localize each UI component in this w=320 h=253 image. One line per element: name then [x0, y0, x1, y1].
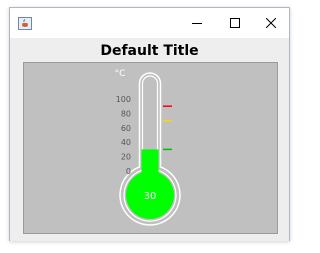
maximize-icon [230, 18, 240, 28]
plot-area: 30 °C 100 80 60 40 20 0 [23, 62, 278, 234]
tick-label: 40 [121, 138, 131, 147]
minimize-button[interactable] [181, 8, 213, 38]
tick-label: 80 [121, 109, 131, 118]
units-label: °C [115, 69, 126, 79]
title-bar[interactable] [10, 8, 289, 38]
java-cup-icon [18, 17, 32, 30]
chart-panel: Default Title 30 °C 100 80 60 40 20 0 [10, 38, 289, 241]
app-window: Default Title 30 °C 100 80 60 40 20 0 [9, 7, 290, 241]
close-button[interactable] [255, 8, 287, 38]
tick-label: 100 [116, 95, 131, 104]
thermometer-chart: 30 °C 100 80 60 40 20 0 [115, 69, 181, 226]
close-icon [266, 18, 276, 28]
tick-label: 20 [121, 153, 131, 162]
chart-title: Default Title [100, 43, 199, 59]
tick-label: 0 [126, 167, 131, 176]
maximize-button[interactable] [219, 8, 251, 38]
minimize-icon [192, 18, 202, 28]
tick-label: 60 [121, 124, 131, 133]
value-label: 30 [144, 191, 157, 202]
